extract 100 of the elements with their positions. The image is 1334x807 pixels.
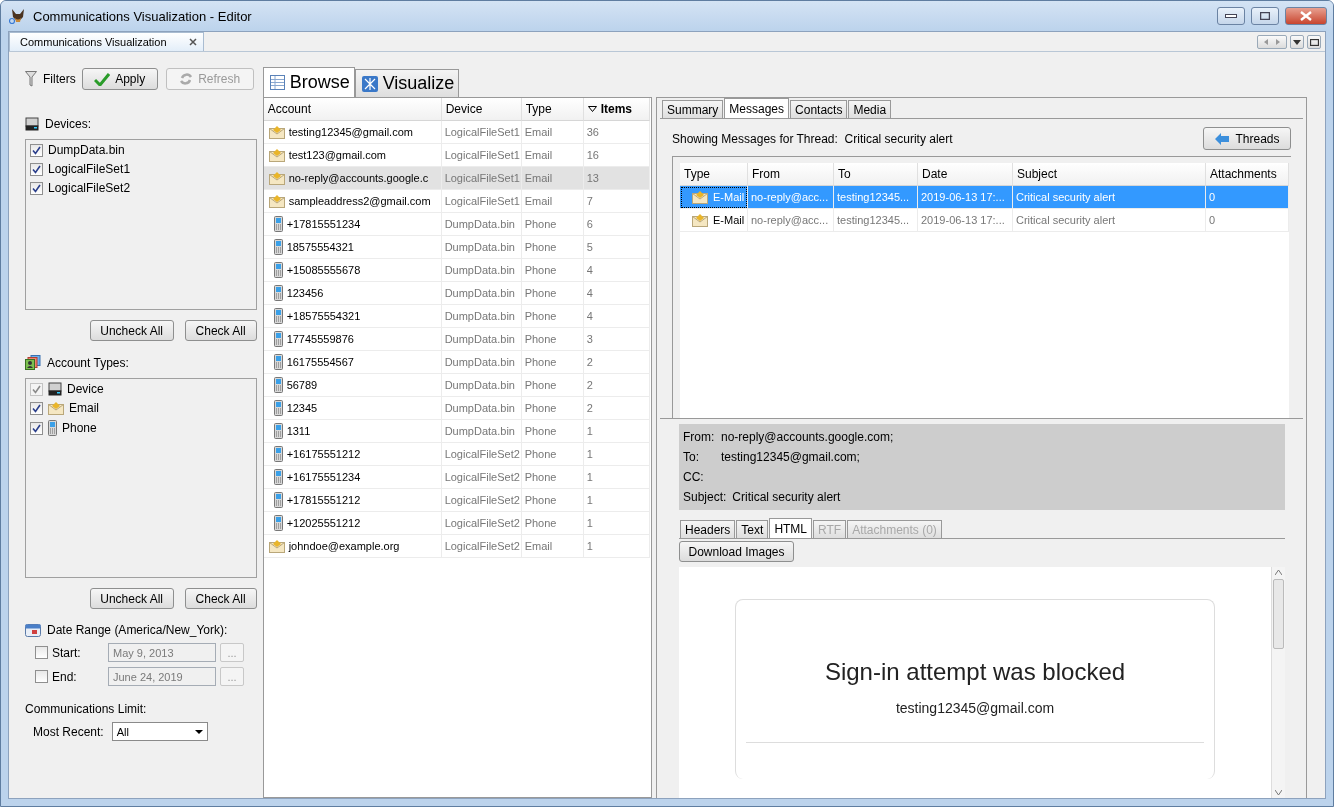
account-cell[interactable]: +16175551234 <box>263 466 442 489</box>
table-cell: LogicalFileSet2 <box>441 466 522 489</box>
checkbox-label: DumpData.bin <box>48 143 125 157</box>
column-header[interactable]: From <box>748 163 834 186</box>
table-cell: 3 <box>583 328 650 351</box>
header-label: CC: <box>683 470 705 484</box>
table-cell: Phone <box>521 489 584 512</box>
table-cell: DumpData.bin <box>441 305 522 328</box>
detail-tab[interactable]: Messages <box>724 98 790 118</box>
table-cell: DumpData.bin <box>441 236 522 259</box>
account-cell[interactable]: test123@gmail.com <box>263 144 442 167</box>
limit-label: Communications Limit: <box>25 702 147 716</box>
account-cell[interactable]: 18575554321 <box>263 236 442 259</box>
date-field[interactable]: June 24, 2019 <box>108 667 216 686</box>
table-cell: 1 <box>583 443 650 466</box>
uncheck-all-button[interactable]: Uncheck All <box>89 588 174 609</box>
column-header[interactable]: Type <box>680 163 748 186</box>
account-cell[interactable]: 1311 <box>263 420 442 443</box>
checkbox-label: Email <box>69 401 99 415</box>
check-all-button[interactable]: Check All <box>184 320 257 341</box>
account-cell[interactable]: +17815551212 <box>263 489 442 512</box>
table-cell: testing12345... <box>834 186 918 209</box>
table-cell: 2 <box>583 351 650 374</box>
download-images-button[interactable]: Download Images <box>679 541 794 562</box>
most-recent-dropdown[interactable]: All <box>111 722 208 741</box>
check-all-button[interactable]: Check All <box>184 588 257 609</box>
account-cell[interactable]: 12345 <box>263 397 442 420</box>
column-header[interactable]: Date <box>918 163 1013 186</box>
account-cell[interactable]: 123456 <box>263 282 442 305</box>
detail-tab[interactable]: Media <box>848 100 892 118</box>
view-tab[interactable]: Visualize <box>354 69 460 97</box>
account-cell[interactable]: +15085555678 <box>263 259 442 282</box>
table-cell: 2 <box>583 397 650 420</box>
account-cell[interactable]: testing12345@gmail.com <box>263 121 442 144</box>
table-cell: Phone <box>521 443 584 466</box>
table-cell: Email <box>521 167 584 190</box>
header-label: Subject: <box>683 490 727 504</box>
table-cell: Critical security alert <box>1013 209 1206 232</box>
document-tab[interactable]: Communications Visualization <box>9 32 204 51</box>
date-field[interactable]: May 9, 2013 <box>108 643 216 662</box>
table-cell: Phone <box>521 466 584 489</box>
table-cell: 4 <box>583 305 650 328</box>
column-header[interactable]: Subject <box>1013 163 1206 186</box>
account-cell[interactable]: +12025551212 <box>263 512 442 535</box>
header-value: testing12345@gmail.com; <box>721 450 860 464</box>
detail-tab[interactable]: Summary <box>662 100 724 118</box>
table-cell: 2 <box>583 374 650 397</box>
checkbox-label: LogicalFileSet2 <box>48 181 131 195</box>
column-header[interactable]: Items <box>583 98 650 121</box>
table-cell: Phone <box>521 397 584 420</box>
table-cell: 2019-06-13 17:... <box>918 209 1013 232</box>
table-cell: 36 <box>583 121 650 144</box>
table-cell: Critical security alert <box>1013 186 1206 209</box>
section-label: Devices: <box>45 117 91 131</box>
table-cell: DumpData.bin <box>441 420 522 443</box>
table-cell: DumpData.bin <box>441 328 522 351</box>
account-cell[interactable]: sampleaddress2@gmail.com <box>263 190 442 213</box>
body-tab[interactable]: Text <box>736 520 769 538</box>
table-cell: 2019-06-13 17:... <box>918 186 1013 209</box>
threads-button[interactable]: Threads <box>1203 127 1291 150</box>
table-cell: Phone <box>521 259 584 282</box>
table-cell: 13 <box>583 167 650 190</box>
table-cell: DumpData.bin <box>441 397 522 420</box>
table-cell: Email <box>521 144 584 167</box>
account-cell[interactable]: johndoe@example.org <box>263 535 442 558</box>
table-cell: LogicalFileSet1 <box>441 167 522 190</box>
column-header[interactable]: Device <box>441 98 522 121</box>
table-cell: 6 <box>583 213 650 236</box>
table-cell: DumpData.bin <box>441 351 522 374</box>
table-cell: Phone <box>521 213 584 236</box>
table-cell: Phone <box>521 512 584 535</box>
column-header[interactable]: Attachments <box>1206 163 1289 186</box>
detail-tab[interactable]: Contacts <box>790 100 848 118</box>
account-cell[interactable]: +17815551234 <box>263 213 442 236</box>
account-cell[interactable]: +18575554321 <box>263 305 442 328</box>
body-tab[interactable]: HTML <box>769 518 813 538</box>
uncheck-all-button[interactable]: Uncheck All <box>89 320 174 341</box>
account-cell[interactable]: no-reply@accounts.google.c <box>263 167 442 190</box>
table-cell: DumpData.bin <box>441 374 522 397</box>
table-cell: 1 <box>583 420 650 443</box>
account-cell[interactable]: 56789 <box>263 374 442 397</box>
table-cell: LogicalFileSet1 <box>441 190 522 213</box>
table-cell: 7 <box>583 190 650 213</box>
table-cell: 0 <box>1206 186 1289 209</box>
view-tab[interactable]: Browse <box>262 67 355 97</box>
account-cell[interactable]: 16175554567 <box>263 351 442 374</box>
body-tab[interactable]: Headers <box>680 520 736 538</box>
table-cell: LogicalFileSet2 <box>441 535 522 558</box>
column-header[interactable]: To <box>834 163 918 186</box>
header-value: no-reply@accounts.google.com; <box>721 430 894 444</box>
apply-button[interactable]: Apply <box>81 68 158 90</box>
column-header[interactable]: Account <box>263 98 442 121</box>
table-cell: Phone <box>521 305 584 328</box>
email-heading: Sign-in attempt was blocked <box>824 658 1126 686</box>
table-cell: DumpData.bin <box>441 282 522 305</box>
message-type-cell[interactable]: E-Mail <box>680 209 748 232</box>
column-header[interactable]: Type <box>521 98 584 121</box>
account-cell[interactable]: +16175551212 <box>263 443 442 466</box>
account-cell[interactable]: 17745559876 <box>263 328 442 351</box>
table-cell: Email <box>521 190 584 213</box>
